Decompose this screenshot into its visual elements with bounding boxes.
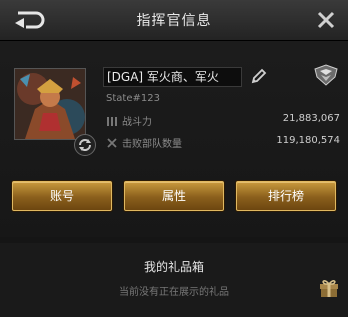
gift-empty-message: 当前没有正在展示的礼品 [119, 287, 229, 298]
page-title: 指挥官信息 [136, 13, 212, 29]
state-label: State#123 [106, 93, 160, 104]
close-icon[interactable] [316, 10, 336, 30]
rank-badge-icon[interactable] [313, 63, 339, 87]
power-label: 战斗力 [122, 117, 152, 128]
kills-row: 击败部队数量 119,180,574 [106, 135, 348, 151]
header-bar: 指挥官信息 [0, 0, 348, 41]
kills-value: 119,180,574 [276, 135, 340, 146]
power-row: 战斗力 21,883,067 [106, 113, 348, 129]
commander-portrait [15, 69, 85, 139]
edit-icon[interactable] [250, 67, 268, 85]
kills-icon [107, 138, 117, 148]
commander-name: [DGA] 军火商、军火 [103, 67, 242, 87]
leaderboard-button[interactable]: 排行榜 [236, 181, 336, 211]
attributes-button[interactable]: 属性 [124, 181, 224, 211]
gift-box-section [0, 243, 348, 317]
gift-box-icon[interactable] [318, 276, 340, 298]
account-button[interactable]: 账号 [12, 181, 112, 211]
power-value: 21,883,067 [282, 113, 340, 124]
avatar[interactable] [14, 68, 86, 140]
gift-box-title: 我的礼品箱 [143, 260, 204, 274]
refresh-icon[interactable] [74, 134, 96, 156]
kills-label: 击败部队数量 [122, 139, 182, 150]
power-icon [107, 117, 117, 126]
